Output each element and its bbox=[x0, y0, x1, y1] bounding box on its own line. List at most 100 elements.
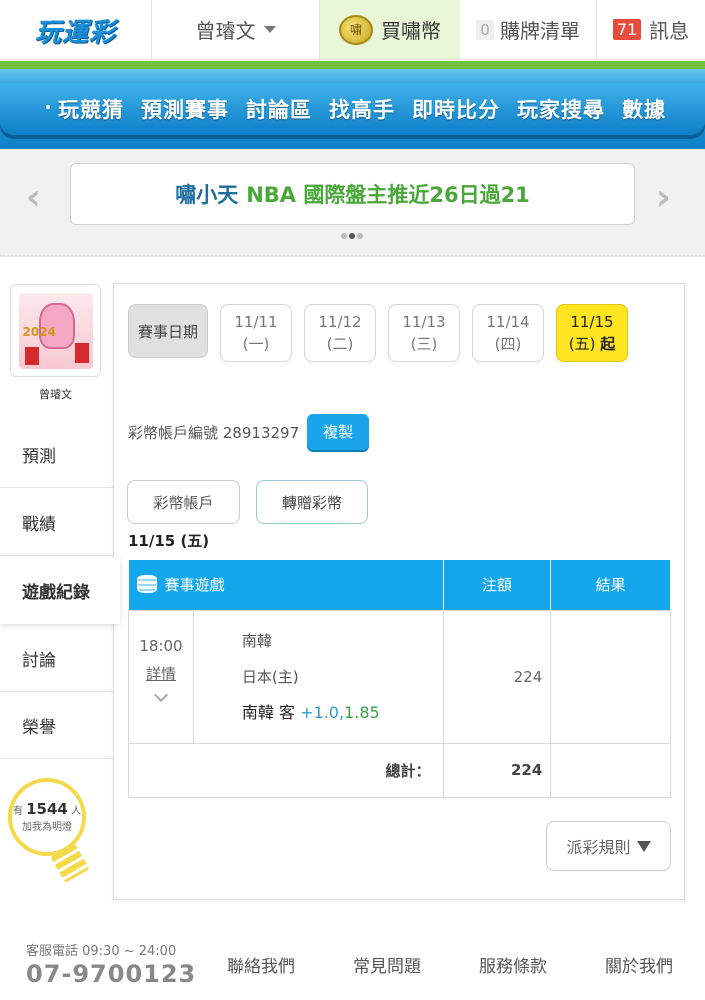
col-header-result: 結果 bbox=[550, 560, 671, 610]
payout-rules-label: 派彩規則 bbox=[566, 838, 631, 857]
sidebar-item-honor[interactable]: 榮譽 bbox=[0, 692, 113, 759]
pagination-dot[interactable] bbox=[341, 233, 347, 239]
date-value: 11/14 bbox=[486, 313, 530, 331]
date-button-1112[interactable]: 11/12 (二) bbox=[304, 304, 376, 362]
detail-link[interactable]: 詳情 bbox=[129, 663, 193, 684]
date-selector: 賽事日期 11/11 (一) 11/12 (二) 11/13 (三) 11/14… bbox=[128, 304, 640, 362]
date-value: 11/11 bbox=[234, 313, 278, 331]
top-bar: 玩運彩 曾璿文 嘯 買嘯幣 0 購牌清單 71 訊息 bbox=[0, 0, 705, 60]
banner-prev-icon[interactable]: ‹ bbox=[26, 177, 41, 218]
date-weekday-text: (五) bbox=[568, 335, 596, 353]
avatar-year: 2024 bbox=[22, 324, 56, 339]
sidebar-item-discuss[interactable]: 討論 bbox=[0, 625, 113, 692]
pagination-dot[interactable] bbox=[357, 233, 363, 239]
fans-suffix: 人 bbox=[71, 806, 82, 817]
cart-label: 購牌清單 bbox=[500, 19, 580, 43]
date-button-1115[interactable]: 11/15 (五) 起 bbox=[556, 304, 628, 362]
chevron-down-icon[interactable] bbox=[153, 687, 169, 702]
footer: 客服電話 09:30 ~ 24:00 07-9700123 聯絡我們 常見問題 … bbox=[0, 930, 705, 1000]
pagination-dot-active[interactable] bbox=[349, 233, 355, 239]
col-header-label: 賽事遊戲 bbox=[164, 576, 225, 595]
nav-item-forum[interactable]: 討論區 bbox=[246, 94, 312, 124]
banner-text: NBA 國際盤主推近26日過21 bbox=[246, 183, 530, 207]
banner-author: 嘯小天 bbox=[175, 183, 239, 207]
col-header-amount: 注額 bbox=[443, 560, 552, 610]
date-value: 11/15 bbox=[570, 313, 614, 331]
hotline-label: 客服電話 09:30 ~ 24:00 bbox=[26, 944, 177, 959]
footer-link-about[interactable]: 關於我們 bbox=[605, 952, 673, 977]
message-count-badge: 71 bbox=[612, 19, 642, 40]
bet-odds: 1.85 bbox=[344, 702, 380, 722]
messages-label: 訊息 bbox=[649, 19, 690, 43]
logo-text: 玩運彩 bbox=[34, 17, 116, 48]
messages-button[interactable]: 71 訊息 bbox=[597, 0, 705, 59]
coin-stack-icon bbox=[136, 575, 157, 594]
banner-area: ‹ 嘯小天 NBA 國際盤主推近26日過21 › bbox=[0, 149, 705, 257]
footer-link-terms[interactable]: 服務條款 bbox=[479, 952, 547, 977]
coin-icon: 嘯 bbox=[339, 14, 373, 45]
bet-line: +1.0, bbox=[300, 702, 345, 722]
user-name: 曾璿文 bbox=[195, 19, 256, 43]
cart-count-badge: 0 bbox=[476, 19, 494, 40]
date-button-1111[interactable]: 11/11 (一) bbox=[220, 304, 292, 362]
sidebar-item-label: 討論 bbox=[22, 650, 56, 671]
game-teams-cell: 南韓 日本(主) 南韓 客 +1.0,1.85 bbox=[192, 609, 444, 744]
buy-coin-label: 買嘯幣 bbox=[381, 19, 441, 43]
date-value: 11/12 bbox=[318, 313, 362, 331]
nav-item-data[interactable]: 數據 bbox=[622, 94, 666, 124]
fans-text: 加我為明燈 bbox=[22, 822, 72, 833]
gift-coins-button[interactable]: 轉贈彩幣 bbox=[256, 480, 368, 524]
nav-item-live-score[interactable]: 即時比分 bbox=[412, 94, 500, 124]
coin-account-button[interactable]: 彩幣帳戶 bbox=[127, 480, 240, 524]
date-button-1114[interactable]: 11/14 (四) bbox=[472, 304, 544, 362]
away-team: 南韓 bbox=[241, 631, 272, 650]
date-button-1113[interactable]: 11/13 (三) bbox=[388, 304, 460, 362]
game-time: 18:00 bbox=[139, 636, 183, 655]
home-team: 日本(主) bbox=[241, 667, 299, 686]
date-selector-label: 賽事日期 bbox=[128, 304, 208, 358]
caret-down-icon bbox=[263, 26, 276, 33]
avatar[interactable]: 2024 bbox=[10, 284, 101, 377]
hotline-number[interactable]: 07-9700123 bbox=[26, 960, 196, 988]
banner-next-icon[interactable]: › bbox=[656, 177, 671, 218]
nav-bullet-icon bbox=[46, 105, 50, 109]
games-table: 賽事遊戲 注額 結果 18:00 詳情 南韓 日本(主) 南韓 客 +1.0,1… bbox=[128, 560, 671, 798]
site-logo[interactable]: 玩運彩 bbox=[0, 0, 152, 60]
nav-item-experts[interactable]: 找高手 bbox=[329, 94, 395, 124]
total-row: 總計： 224 bbox=[128, 742, 671, 798]
sidebar-item-game-log[interactable]: 遊戲紀錄 bbox=[0, 557, 120, 624]
banner-headline[interactable]: 嘯小天 NBA 國際盤主推近26日過21 bbox=[70, 163, 635, 225]
date-weekday: (一) bbox=[242, 335, 270, 353]
sidebar-item-record[interactable]: 戰績 bbox=[0, 489, 113, 556]
payout-rules-button[interactable]: 派彩規則 bbox=[546, 821, 671, 871]
account-number: 彩幣帳戶編號 28913297 bbox=[128, 423, 300, 442]
red-envelope-icon bbox=[24, 346, 39, 365]
date-weekday: (四) bbox=[494, 335, 522, 353]
game-log-panel: 賽事日期 11/11 (一) 11/12 (二) 11/13 (三) 11/14… bbox=[113, 283, 685, 900]
buy-coin-button[interactable]: 嘯 買嘯幣 bbox=[320, 0, 460, 59]
sidebar-user-name: 曾璿文 bbox=[39, 388, 72, 401]
sidebar-item-label: 遊戲紀錄 bbox=[22, 583, 90, 603]
date-weekday: (三) bbox=[410, 335, 438, 353]
green-divider bbox=[0, 61, 705, 69]
table-header-row: 賽事遊戲 注額 結果 bbox=[128, 560, 671, 610]
sidebar-item-label: 預測 bbox=[22, 446, 56, 467]
nav-item-guess[interactable]: 玩競猜 bbox=[58, 94, 124, 124]
cart-button[interactable]: 0 購牌清單 bbox=[460, 0, 597, 59]
sidebar-item-predict[interactable]: 預測 bbox=[0, 421, 113, 488]
copy-button[interactable]: 複製 bbox=[307, 414, 370, 450]
footer-link-contact[interactable]: 聯絡我們 bbox=[227, 952, 295, 977]
table-row: 18:00 詳情 南韓 日本(主) 南韓 客 +1.0,1.85 224 bbox=[128, 609, 671, 744]
account-row: 彩幣帳戶編號 28913297 複製 bbox=[128, 414, 370, 450]
bet-selection: 南韓 客 +1.0,1.85 bbox=[242, 695, 443, 731]
user-menu[interactable]: 曾璿文 bbox=[152, 0, 320, 59]
fans-prefix: 有 bbox=[12, 806, 23, 817]
total-result-cell bbox=[550, 742, 671, 798]
nav-item-predict[interactable]: 預測賽事 bbox=[141, 94, 229, 124]
triangle-down-icon bbox=[636, 840, 651, 852]
bet-amount: 224 bbox=[442, 609, 552, 744]
nav-item-player-search[interactable]: 玩家搜尋 bbox=[517, 94, 605, 124]
nav-bar: 玩競猜 預測賽事 討論區 找高手 即時比分 玩家搜尋 數據 bbox=[0, 83, 705, 135]
red-envelope-icon bbox=[74, 342, 89, 363]
footer-link-faq[interactable]: 常見問題 bbox=[353, 952, 421, 977]
